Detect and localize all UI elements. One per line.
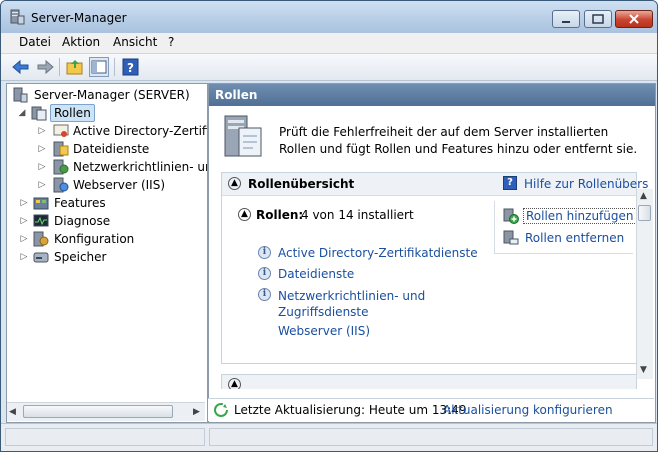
scroll-thumb[interactable] [23,405,173,418]
remove-roles-link[interactable]: Rollen entfernen [525,231,624,245]
tree-item-features[interactable]: ▷ Features [7,194,205,212]
refresh-status-line: Letzte Aktualisierung: Heute um 13:49 Ak… [208,398,654,421]
roles-count: 4 von 14 installiert [301,208,414,222]
diagnostics-icon [33,213,49,229]
expand-arrow-icon[interactable]: ▷ [37,140,47,158]
status-bar [1,423,657,451]
roles-large-icon [221,114,269,162]
status-panel [5,428,205,446]
refresh-icon [213,402,229,418]
last-update-text: Letzte Aktualisierung: Heute um 13:49 [234,403,467,417]
menu-aktion[interactable]: Aktion [62,35,100,49]
expand-arrow-icon[interactable]: ▷ [37,122,47,140]
role-link-adcs[interactable]: Active Directory-Zertifikatdienste [278,246,478,260]
roles-overview-section: ▲ Rollenübersicht ? Hilfe zur Rollenüber… [221,172,648,364]
roles-actions-box: Rollen hinzufügen Rollen entfernen [494,201,637,254]
tree-horizontal-scrollbar[interactable]: ◀ ▶ [7,402,205,421]
file-services-icon [53,141,69,157]
certificate-icon [53,123,69,139]
collapse-section-icon[interactable]: ▲ [228,177,241,190]
expand-arrow-icon[interactable]: ▷ [37,158,47,176]
details-pane: Rollen Prüft die Fehlerfreiheit der auf … [208,83,656,423]
back-arrow-icon[interactable] [11,57,31,77]
toolbar-separator [59,58,60,76]
help-icon: ? [503,176,517,190]
details-vertical-scrollbar[interactable]: ▲ ▼ [636,189,653,379]
add-roles-link[interactable]: Rollen hinzufügen [523,208,637,224]
storage-icon [33,249,49,265]
add-roles-icon [503,208,519,224]
expand-arrow-icon[interactable]: ▷ [19,194,29,212]
remove-roles-icon [503,230,519,246]
role-link-nps[interactable]: Netzwerkrichtlinien- und Zugriffsdienste [278,288,428,320]
info-icon: i [258,267,271,280]
tree-item-server-manager[interactable]: Server-Manager (SERVER) [7,86,205,104]
expand-arrow-icon[interactable]: ▷ [19,230,29,248]
webserver-icon [53,177,69,193]
collapse-roles-icon[interactable]: ▲ [238,208,251,221]
tree-item-role-nps[interactable]: ▷ Netzwerkrichtlinien- und [7,158,207,176]
tree-item-speicher[interactable]: ▷ Speicher [7,248,205,266]
tree-item-role-webserver[interactable]: ▷ Webserver (IIS) [7,176,205,194]
roles-overview-title: Rollenübersicht [248,177,355,191]
tree-item-konfiguration[interactable]: ▷ Konfiguration [7,230,205,248]
roles-icon [31,105,47,121]
server-icon [12,87,28,103]
menu-datei[interactable]: Datei [19,35,51,49]
help-roles-overview-link[interactable]: Hilfe zur Rollenübers [524,177,648,191]
menu-ansicht[interactable]: Ansicht [113,35,157,49]
info-icon: i [258,246,271,259]
tree-item-role-adcs[interactable]: ▷ Active Directory-Zertifika [7,122,207,140]
role-link-webserver[interactable]: Webserver (IIS) [278,324,370,338]
up-folder-icon[interactable] [65,57,85,77]
pane-header: Rollen [209,84,655,106]
maximize-button[interactable] [584,10,612,28]
svg-text:?: ? [127,61,134,75]
scroll-up-arrow-icon[interactable]: ▲ [640,191,647,201]
console-tree: Server-Manager (SERVER) ◢ Rollen ▷ Activ… [6,83,208,423]
expand-arrow-icon[interactable]: ▷ [37,176,47,194]
minimize-button[interactable] [552,10,580,28]
close-button[interactable] [615,10,653,28]
toolbar: ? [1,54,657,81]
collapse-arrow-icon[interactable]: ◢ [17,104,27,122]
roles-overview-header: ▲ Rollenübersicht ? Hilfe zur Rollenüber… [222,173,648,196]
intro-text: Prüft die Fehlerfreiheit der auf dem Ser… [279,125,638,156]
configuration-icon [33,231,49,247]
collapse-section-icon[interactable]: ▲ [228,378,241,389]
roles-label: Rollen: [256,208,304,222]
info-icon: i [258,288,271,301]
expand-arrow-icon[interactable]: ▷ [19,212,29,230]
expand-arrow-icon[interactable]: ▷ [19,248,29,266]
tree-item-role-dateidienste[interactable]: ▷ Dateidienste [7,140,205,158]
tree-item-diagnose[interactable]: ▷ Diagnose [7,212,205,230]
show-hide-console-tree-icon[interactable] [89,57,109,77]
tree-item-rollen[interactable]: ◢ Rollen [7,104,205,122]
window-title: Server-Manager [31,11,127,25]
features-icon [33,195,49,211]
scroll-thumb[interactable] [638,205,651,221]
scroll-down-arrow-icon[interactable]: ▼ [640,365,647,375]
forward-arrow-icon[interactable] [35,57,55,77]
network-policy-icon [53,159,69,175]
status-panel [209,428,653,446]
server-manager-window: Server-Manager Datei Aktion Ansicht ? ? … [0,0,658,452]
server-manager-icon [9,9,25,25]
scroll-left-arrow-icon[interactable]: ◀ [9,407,16,417]
help-icon[interactable]: ? [121,57,141,77]
menu-bar: Datei Aktion Ansicht ? [1,33,657,54]
role-link-dateidienste[interactable]: Dateidienste [278,267,354,281]
next-section-header: ▲ [221,374,637,389]
scroll-right-arrow-icon[interactable]: ▶ [193,407,200,417]
menu-help[interactable]: ? [168,35,174,49]
title-bar[interactable]: Server-Manager [1,1,657,33]
toolbar-separator [114,58,115,76]
configure-refresh-link[interactable]: Aktualisierung konfigurieren [443,403,613,417]
